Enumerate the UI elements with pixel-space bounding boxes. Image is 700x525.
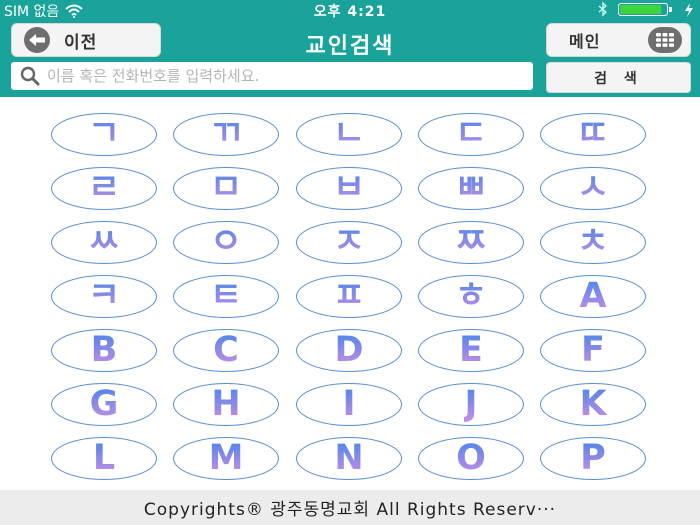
filter-key-button[interactable]: M — [173, 437, 279, 480]
filter-key-label: ㅌ — [209, 276, 243, 316]
filter-key-button[interactable]: H — [173, 383, 279, 426]
filter-key-button[interactable]: K — [540, 383, 646, 426]
search-bar: 검 색 — [0, 62, 700, 97]
filter-key-label: H — [211, 384, 241, 424]
filter-key-label: ㅎ — [454, 276, 488, 316]
filter-key-button[interactable]: D — [296, 329, 402, 372]
filter-key-button[interactable]: ㅆ — [51, 221, 157, 264]
filter-key-label: N — [334, 438, 364, 478]
search-input[interactable] — [47, 67, 517, 85]
main-menu-label: 메인 — [569, 32, 601, 51]
filter-key-label: ㄴ — [332, 114, 366, 154]
filter-key-button[interactable]: B — [51, 329, 157, 372]
filter-key-button[interactable]: J — [418, 383, 524, 426]
filter-key-label: ㄹ — [87, 168, 121, 208]
filter-key-label: ㅅ — [576, 168, 610, 208]
filter-key-label: G — [89, 384, 119, 424]
charging-bolt-icon — [685, 2, 693, 17]
filter-key-button[interactable]: O — [418, 437, 524, 480]
filter-key-label: ㄷ — [454, 114, 488, 154]
filter-key-button[interactable]: ㅉ — [418, 221, 524, 264]
filter-key-label: ㅈ — [332, 222, 366, 262]
grid-menu-icon — [648, 27, 682, 53]
search-button[interactable]: 검 색 — [546, 62, 691, 93]
initial-consonant-grid: ㄱ ㄲ ㄴ ㄷ ㄸㄹ ㅁ ㅂ ㅃ ㅅㅆ ㅇ ㅈ ㅉ ㅊㅋ ㅌ ㅍ ㅎ A B C D E F G H I J K L M N O P — [0, 97, 700, 490]
status-bar: SIM 없음 오후 4:21 — [0, 0, 700, 20]
app-header: 이전 교인검색 메인 — [0, 20, 700, 62]
filter-key-label: ㅃ — [454, 168, 488, 208]
filter-key-label: ㅂ — [332, 168, 366, 208]
filter-key-label: F — [581, 330, 605, 370]
bluetooth-icon — [598, 2, 608, 17]
filter-key-button[interactable]: A — [540, 275, 646, 318]
search-icon — [20, 66, 40, 86]
filter-key-button[interactable]: ㄸ — [540, 113, 646, 156]
filter-key-button[interactable]: ㄷ — [418, 113, 524, 156]
search-box[interactable] — [11, 62, 533, 90]
filter-key-button[interactable]: ㅋ — [51, 275, 157, 318]
filter-key-button[interactable]: I — [296, 383, 402, 426]
filter-key-button[interactable]: F — [540, 329, 646, 372]
filter-key-button[interactable]: ㅅ — [540, 167, 646, 210]
filter-key-button[interactable]: N — [296, 437, 402, 480]
filter-key-button[interactable]: G — [51, 383, 157, 426]
filter-key-label: C — [213, 330, 239, 370]
filter-key-button[interactable]: ㅃ — [418, 167, 524, 210]
filter-key-button[interactable]: ㅈ — [296, 221, 402, 264]
filter-key-button[interactable]: L — [51, 437, 157, 480]
filter-key-label: ㅊ — [576, 222, 610, 262]
filter-key-label: J — [464, 384, 478, 424]
status-time: 오후 4:21 — [313, 4, 387, 20]
filter-key-label: I — [342, 384, 356, 424]
filter-key-label: ㅆ — [87, 222, 121, 262]
filter-key-label: ㅉ — [454, 222, 488, 262]
battery-level — [620, 5, 661, 14]
filter-key-label: ㅍ — [332, 276, 366, 316]
filter-key-button[interactable]: ㄱ — [51, 113, 157, 156]
filter-key-label: ㄸ — [576, 114, 610, 154]
filter-key-button[interactable]: ㅇ — [173, 221, 279, 264]
filter-key-label: O — [456, 438, 486, 478]
filter-key-label: ㅁ — [209, 168, 243, 208]
filter-key-label: A — [579, 276, 607, 316]
filter-key-button[interactable]: C — [173, 329, 279, 372]
copyright-footer: Copyrights® 광주동명교회 All Rights Reserv··· — [0, 490, 700, 525]
filter-key-label: ㄱ — [87, 114, 121, 154]
filter-key-label: ㅋ — [87, 276, 121, 316]
battery-icon — [618, 2, 674, 17]
filter-key-button[interactable]: ㄹ — [51, 167, 157, 210]
filter-key-label: P — [580, 438, 606, 478]
filter-key-button[interactable]: ㅎ — [418, 275, 524, 318]
filter-key-button[interactable]: P — [540, 437, 646, 480]
filter-key-label: ㅇ — [209, 222, 243, 262]
filter-key-label: B — [90, 330, 118, 370]
filter-key-label: L — [92, 438, 116, 478]
filter-key-button[interactable]: ㄴ — [296, 113, 402, 156]
status-right — [598, 2, 694, 17]
filter-key-label: ㄲ — [209, 114, 243, 154]
filter-key-label: D — [334, 330, 364, 370]
filter-key-label: K — [579, 384, 607, 424]
filter-key-label: E — [459, 330, 483, 370]
filter-key-label: M — [208, 438, 244, 478]
filter-key-button[interactable]: ㅌ — [173, 275, 279, 318]
filter-key-button[interactable]: ㅊ — [540, 221, 646, 264]
filter-key-button[interactable]: E — [418, 329, 524, 372]
main-menu-button[interactable]: 메인 — [546, 23, 691, 57]
filter-key-button[interactable]: ㄲ — [173, 113, 279, 156]
filter-key-button[interactable]: ㅍ — [296, 275, 402, 318]
filter-key-button[interactable]: ㅂ — [296, 167, 402, 210]
filter-key-button[interactable]: ㅁ — [173, 167, 279, 210]
